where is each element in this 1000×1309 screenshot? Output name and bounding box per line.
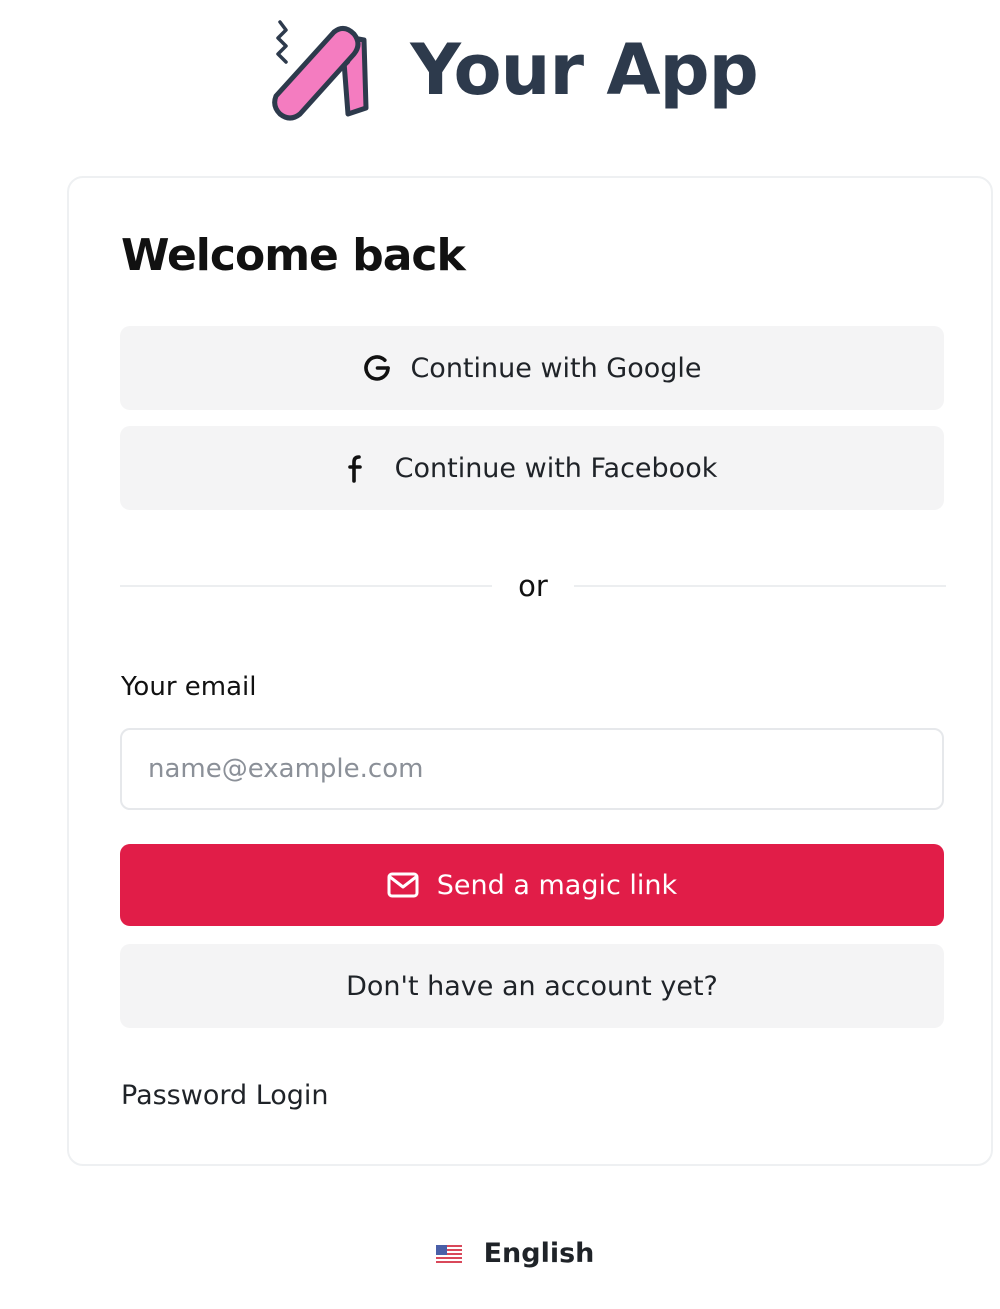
google-icon (362, 353, 392, 383)
email-field[interactable] (120, 728, 944, 810)
us-flag-icon (435, 1244, 462, 1263)
password-login-link[interactable]: Password Login (121, 1080, 329, 1111)
language-selector[interactable]: English (0, 1238, 1000, 1269)
divider-line-left (120, 585, 493, 587)
continue-with-facebook-button[interactable]: Continue with Facebook (120, 426, 944, 510)
login-page: Your App Welcome back Continue with Goog… (0, 0, 1000, 1309)
pink-slanted-logo-icon (272, 20, 369, 121)
brand-header: Your App (0, 10, 1000, 130)
login-card: Welcome back Continue with Google Contin… (67, 176, 993, 1166)
app-name: Your App (410, 29, 758, 111)
facebook-icon (347, 453, 365, 483)
divider-line-right (573, 585, 947, 587)
magic-link-label: Send a magic link (436, 869, 678, 901)
or-divider: or (120, 566, 947, 606)
mail-icon (387, 872, 419, 898)
sign-up-button[interactable]: Don't have an account yet? (120, 944, 944, 1028)
email-label: Your email (121, 672, 257, 702)
divider-text: or (518, 569, 548, 603)
google-button-label: Continue with Google (410, 352, 702, 384)
sign-up-label: Don't have an account yet? (346, 970, 718, 1002)
send-magic-link-button[interactable]: Send a magic link (120, 844, 944, 926)
card-title: Welcome back (121, 230, 466, 281)
language-label: English (483, 1238, 595, 1269)
continue-with-google-button[interactable]: Continue with Google (120, 326, 944, 410)
facebook-button-label: Continue with Facebook (394, 452, 718, 484)
